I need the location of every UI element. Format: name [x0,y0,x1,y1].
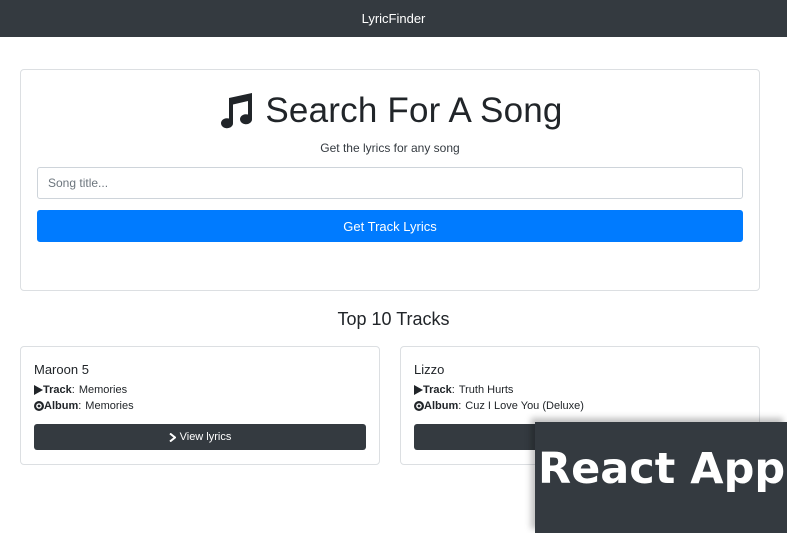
track-artist: Maroon 5 [34,362,89,377]
compact-disc-icon [414,401,424,411]
top-tracks-heading: Top 10 Tracks [337,309,450,329]
album-name: Memories [85,400,134,412]
album-name: Cuz I Love You (Deluxe) [465,400,584,412]
track-name: Memories [78,384,128,396]
chevron-right-icon [168,432,176,442]
track-name: Truth Hurts [458,384,514,396]
song-title-input[interactable] [37,167,743,199]
track-card: Maroon 5 Track: Memories Album: Memories… [20,346,380,465]
navbar: LyricFinder [0,0,787,37]
search-subtitle: Get the lyrics for any song [320,141,460,155]
play-icon [414,385,423,395]
view-lyrics-label: View lyrics [179,431,232,443]
track-line: Track: Truth Hurts [414,384,513,396]
music-note-icon [221,93,253,129]
track-artist: Lizzo [414,362,445,377]
search-card: Search For A Song Get the lyrics for any… [20,69,760,291]
get-track-lyrics-button[interactable]: Get Track Lyrics [37,210,743,242]
track-line: Track: Memories [34,384,127,396]
album-label: Album [424,400,459,412]
album-line: Album: Memories [34,400,134,412]
search-title: Search For A Song [21,91,759,131]
play-icon [34,385,43,395]
react-app-overlay: React App [535,422,787,533]
album-line: Album: Cuz I Love You (Deluxe) [414,400,584,412]
album-label: Album [44,400,79,412]
react-app-label: React App [538,444,786,494]
compact-disc-icon [34,401,44,411]
view-lyrics-button[interactable]: View lyrics [34,424,366,450]
navbar-brand[interactable]: LyricFinder [362,11,426,26]
track-label: Track [43,384,72,396]
track-label: Track [423,384,452,396]
page-title: Search For A Song [265,91,563,130]
